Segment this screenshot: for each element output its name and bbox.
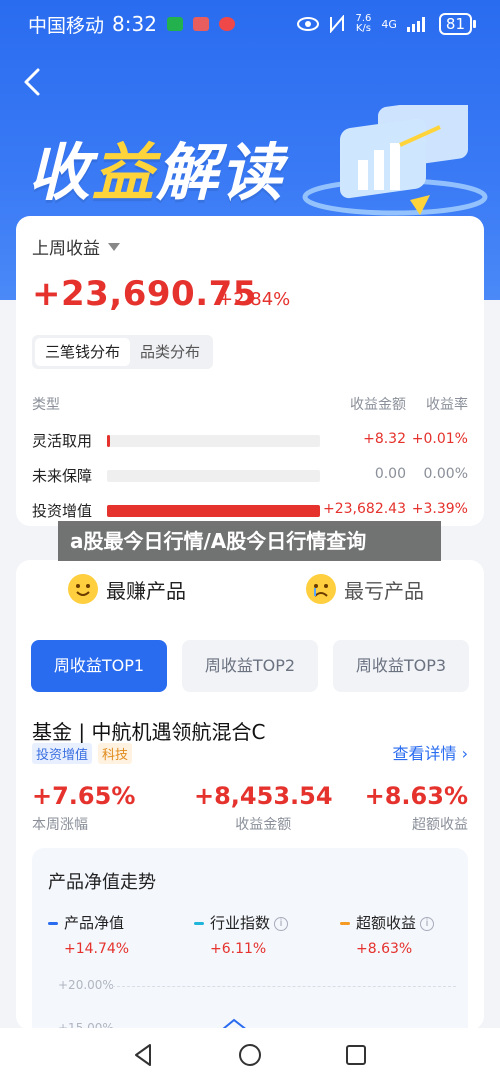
- metric-label: 本周涨幅: [32, 817, 88, 833]
- legend-value: +6.11%: [210, 941, 267, 957]
- distribution-toggle: 三笔钱分布 品类分布: [32, 335, 214, 369]
- total-rate: +2.84%: [218, 289, 291, 310]
- system-nav-bar: [0, 1028, 500, 1083]
- row-rate: 0.00%: [423, 466, 468, 482]
- metric-weekly-gain: +7.65% 本周涨幅: [32, 782, 135, 834]
- period-label: 上周收益: [32, 239, 100, 259]
- nav-recents-button[interactable]: [341, 1040, 371, 1070]
- row-name: 未来保障: [32, 467, 93, 485]
- chevron-left-icon: [24, 68, 40, 96]
- legend-label: 行业指数: [210, 914, 271, 932]
- tag-invest: 投资增值: [32, 743, 93, 764]
- tag-tech: 科技: [98, 743, 133, 764]
- tab-top1[interactable]: 周收益TOP1: [31, 640, 167, 692]
- notification-icon: [218, 17, 235, 31]
- notification-icon: [166, 17, 183, 31]
- notification-icon: [192, 17, 209, 31]
- fund-name: 基金 | 中航机遇领航混合C: [32, 720, 266, 744]
- square-recents-icon: [346, 1045, 366, 1065]
- view-details-label: 查看详情: [392, 744, 457, 763]
- row-amount: +23,682.43: [323, 501, 406, 517]
- network-type: 4G: [381, 17, 397, 31]
- legend-nav: 产品净值 +14.74%: [48, 912, 129, 957]
- nav-back-button[interactable]: [128, 1040, 158, 1070]
- fund-tags: 投资增值 科技: [32, 743, 133, 764]
- nav-home-button[interactable]: [235, 1040, 265, 1070]
- view-details-link[interactable]: 查看详情 ›: [392, 740, 468, 764]
- triangle-back-icon: [135, 1044, 151, 1066]
- product-tabs: 最赚产品 最亏产品: [16, 560, 484, 622]
- legend-index: 行业指数 i +6.11%: [194, 912, 289, 957]
- col-amount: 收益金额: [350, 397, 406, 413]
- metric-label: 超额收益: [412, 817, 468, 833]
- gridline: [112, 986, 456, 987]
- metric-value: +8.63%: [364, 782, 468, 810]
- nfc-icon: [330, 15, 345, 33]
- metric-label: 收益金额: [235, 817, 292, 833]
- back-button[interactable]: [16, 62, 52, 102]
- legend-label: 超额收益: [356, 914, 417, 932]
- metric-value: +7.65%: [32, 782, 136, 810]
- nav-trend-panel: 产品净值走势 产品净值 +14.74% 行业指数 i +6.11% 超额收益 i +…: [32, 848, 468, 1030]
- legend-value: +8.63%: [356, 941, 413, 957]
- row-name: 灵活取用: [32, 432, 93, 450]
- metric-excess: +8.63% 超额收益: [365, 782, 468, 834]
- trend-title: 产品净值走势: [48, 872, 156, 893]
- metric-income: +8,453.54 收益金额: [194, 782, 333, 834]
- period-selector[interactable]: 上周收益: [32, 234, 120, 259]
- table-row: 未来保障 0.00 0.00%: [32, 465, 468, 487]
- chevron-right-icon: ›: [461, 744, 468, 763]
- sad-face-icon: [306, 574, 336, 604]
- product-card: 最赚产品 最亏产品 周收益TOP1 周收益TOP2 周收益TOP3 基金 | 中…: [16, 560, 484, 1030]
- legend-label: 产品净值: [64, 914, 125, 932]
- tab-best-product[interactable]: 最赚产品: [68, 574, 186, 604]
- carrier-label: 中国移动: [28, 14, 105, 37]
- eye-icon: [297, 17, 320, 31]
- metric-value: +8,453.54: [194, 782, 333, 810]
- rank-tabs: 周收益TOP1 周收益TOP2 周收益TOP3: [31, 640, 469, 692]
- weekly-summary-card: 上周收益 +23,690.75 +2.84% 三笔钱分布 品类分布 类型 收益金…: [16, 216, 484, 526]
- tab-worst-label: 最亏产品: [344, 578, 424, 603]
- row-bar-track: [107, 435, 320, 447]
- watermark-banner: a股最今日行情/A股今日行情查询: [58, 521, 441, 561]
- y-tick: +20.00%: [58, 978, 114, 992]
- col-type: 类型: [32, 397, 60, 413]
- happy-face-icon: [68, 574, 98, 604]
- clock: 8:32: [112, 12, 157, 36]
- tab-worst-product[interactable]: 最亏产品: [306, 574, 424, 604]
- row-rate: +0.01%: [411, 431, 468, 447]
- col-rate: 收益率: [426, 397, 468, 413]
- status-bar: 中国移动 8:32 7.6 K/s 4G 81: [0, 0, 500, 48]
- tab-top3[interactable]: 周收益TOP3: [333, 640, 469, 692]
- caret-down-icon: [108, 242, 120, 251]
- legend-swatch: [48, 922, 58, 925]
- legend-swatch: [194, 922, 204, 925]
- network-speed: 7.6 K/s: [355, 13, 372, 34]
- table-row: 投资增值 +23,682.43 +3.39%: [32, 500, 468, 522]
- row-bar: [107, 505, 320, 517]
- row-amount: +8.32: [363, 431, 406, 447]
- row-rate: +3.39%: [411, 501, 468, 517]
- row-amount: 0.00: [374, 466, 406, 482]
- info-icon[interactable]: i: [274, 916, 289, 931]
- signal-icon: [406, 17, 425, 32]
- table-row: 灵活取用 +8.32 +0.01%: [32, 430, 468, 452]
- legend-value: +14.74%: [64, 941, 130, 957]
- info-icon[interactable]: i: [420, 916, 435, 931]
- tab-top2[interactable]: 周收益TOP2: [182, 640, 318, 692]
- tab-best-label: 最赚产品: [106, 578, 186, 603]
- row-name: 投资增值: [32, 502, 93, 520]
- row-bar: [107, 435, 110, 447]
- tab-three-money[interactable]: 三笔钱分布: [35, 338, 131, 366]
- legend-excess: 超额收益 i +8.63%: [340, 912, 435, 957]
- row-bar-track: [107, 505, 320, 517]
- battery-icon: 81: [438, 13, 477, 35]
- row-bar-track: [107, 470, 320, 482]
- legend-swatch: [340, 922, 350, 925]
- tab-category[interactable]: 品类分布: [130, 338, 210, 366]
- circle-home-icon: [239, 1044, 261, 1066]
- page-title: 收益解读: [28, 136, 285, 209]
